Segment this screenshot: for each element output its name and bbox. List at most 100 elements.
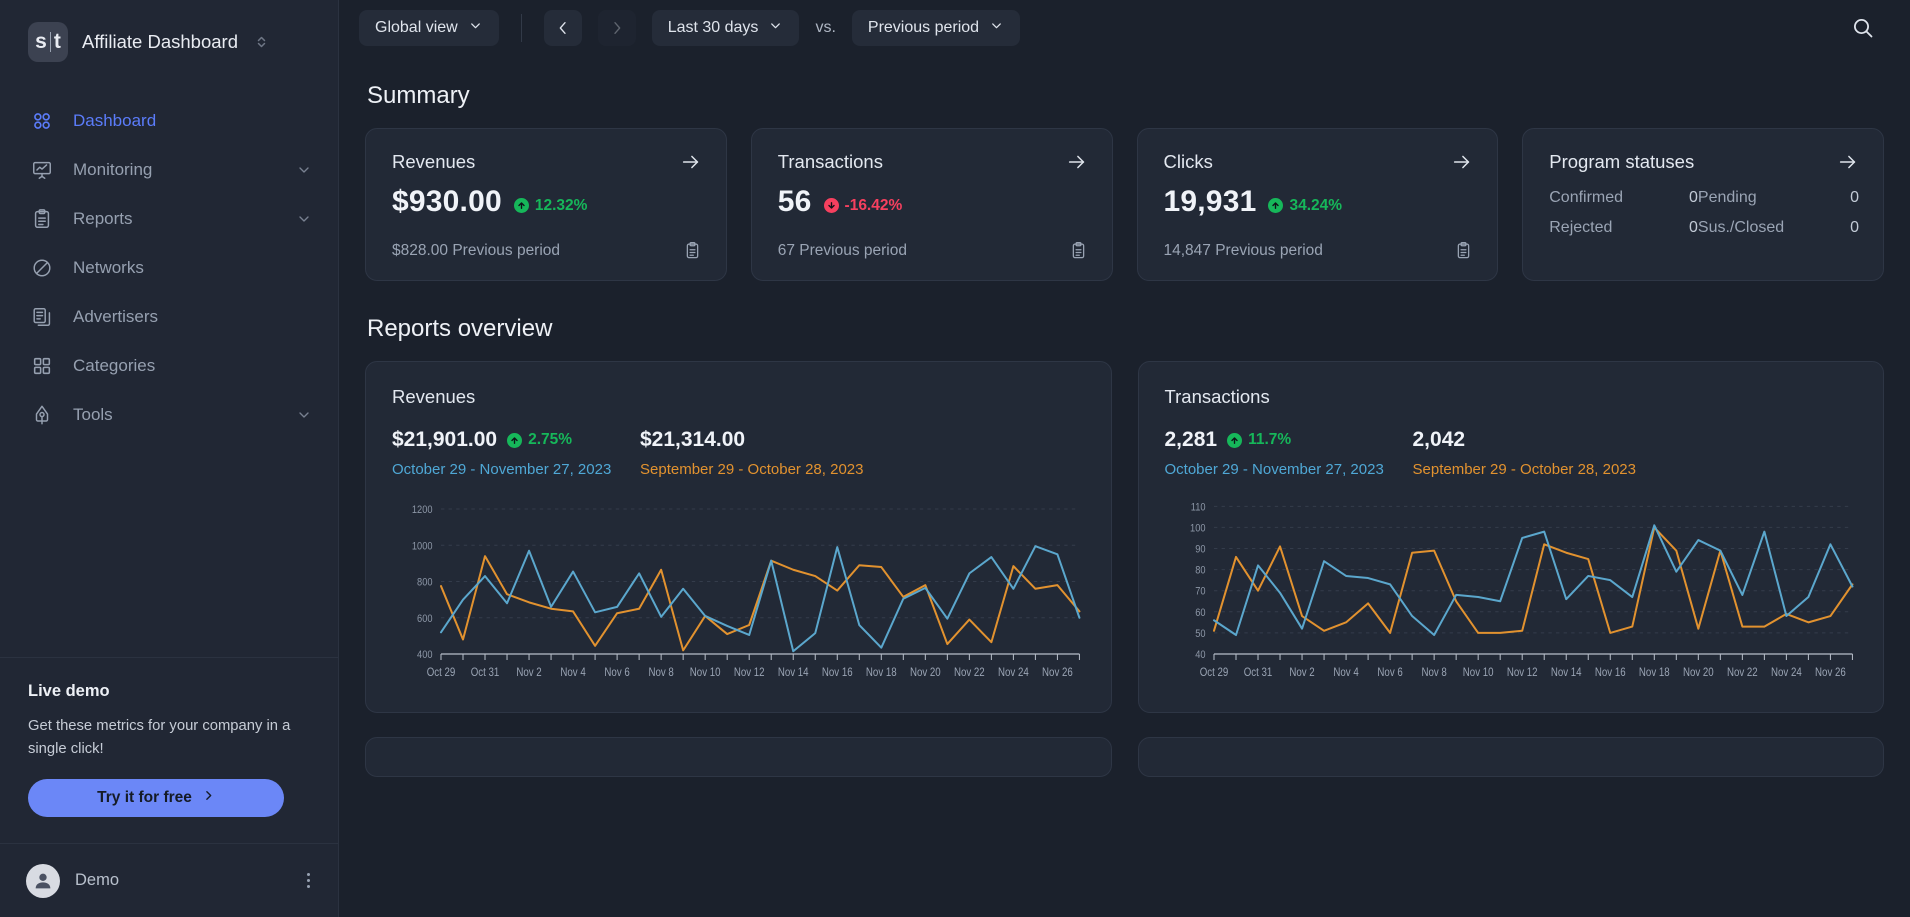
pie-slice-icon xyxy=(30,256,54,280)
card-delta: 34.24% xyxy=(1268,197,1342,215)
summary-card-transactions[interactable]: Transactions 56 -16.42% 67 Previous peri… xyxy=(750,128,1113,281)
card-previous-value: 67 Previous period xyxy=(777,241,907,259)
arrow-down-circle-icon xyxy=(823,198,839,213)
user-name: Demo xyxy=(75,871,120,889)
peek-card-right xyxy=(1137,737,1884,777)
card-value: $930.00 xyxy=(392,185,502,218)
arrow-right-icon[interactable] xyxy=(1451,151,1473,173)
status-label-confirmed: Confirmed xyxy=(1549,189,1624,206)
arrow-right-icon[interactable] xyxy=(680,151,702,173)
card-previous-value: 14,847 Previous period xyxy=(1163,241,1323,259)
svg-text:Nov 20: Nov 20 xyxy=(910,666,941,679)
chart-stat-previous: 2,042 September 29 - October 28, 2023 xyxy=(1413,428,1636,478)
toolbar: Global view Last 30 days vs. Previous pe… xyxy=(339,0,1910,56)
svg-text:60: 60 xyxy=(1195,607,1206,619)
card-previous-value: $828.00 Previous period xyxy=(392,241,561,259)
sidebar-item-advertisers[interactable]: Advertisers xyxy=(0,292,338,341)
summary-card-program-statuses[interactable]: Program statuses Confirmed 0 Pending 0 R… xyxy=(1522,128,1884,281)
chart-stat-current-row: 2,281 11.7% xyxy=(1165,428,1413,452)
summary-cards: Revenues $930.00 12.32% $828.00 Previous… xyxy=(365,128,1884,281)
arrow-right-icon[interactable] xyxy=(1066,151,1088,173)
sidebar-item-label: Dashboard xyxy=(73,110,157,130)
clipboard-copy-icon[interactable] xyxy=(683,241,702,260)
page-content: Summary Revenues $930.00 12.32% $828.00 … xyxy=(339,56,1910,917)
svg-text:40: 40 xyxy=(1195,649,1206,661)
sidebar-item-tools[interactable]: Tools xyxy=(0,390,338,439)
promo-text: Get these metrics for your company in a … xyxy=(28,718,291,757)
svg-text:Nov 10: Nov 10 xyxy=(1462,666,1493,679)
svg-text:80: 80 xyxy=(1195,565,1206,577)
date-range-selector[interactable]: Last 30 days xyxy=(651,10,800,46)
svg-text:Oct 31: Oct 31 xyxy=(471,666,500,679)
grid-circles-icon xyxy=(30,109,54,133)
chart-stat-current: 2,281 11.7% October 29 - November 27, 20… xyxy=(1165,428,1413,478)
chart-svg: 400 600 800 1000 1200 Oct 29 Oct 31 Nov 2 Nov 4 N… xyxy=(412,504,1085,679)
user-profile-row[interactable]: Demo xyxy=(0,843,338,917)
chevron-down-icon xyxy=(989,18,1004,38)
sidebar-item-categories[interactable]: Categories xyxy=(0,341,338,390)
svg-text:Nov 26: Nov 26 xyxy=(1815,666,1846,679)
svg-text:Nov 8: Nov 8 xyxy=(1421,666,1446,679)
status-value-pending: 0 xyxy=(1850,189,1859,206)
svg-text:Nov 12: Nov 12 xyxy=(1506,666,1537,679)
chevron-down-icon[interactable] xyxy=(296,407,312,423)
clipboard-copy-icon[interactable] xyxy=(1069,241,1088,260)
svg-text:Nov 12: Nov 12 xyxy=(734,666,765,679)
svg-text:Nov 16: Nov 16 xyxy=(822,666,853,679)
arrow-up-circle-icon xyxy=(1227,432,1243,448)
app-root: st Affiliate Dashboard Dashboard Monitor… xyxy=(0,0,1910,917)
chart-title: Revenues xyxy=(392,386,476,407)
svg-text:Nov 14: Nov 14 xyxy=(1550,666,1581,679)
arrow-up-circle-icon xyxy=(507,432,523,448)
arrow-up-circle-icon xyxy=(513,198,529,213)
kebab-menu-icon[interactable] xyxy=(303,869,314,892)
search-icon[interactable] xyxy=(1846,11,1880,45)
sidebar-item-dashboard[interactable]: Dashboard xyxy=(0,96,338,145)
chart-range-current: October 29 - November 27, 2023 xyxy=(392,461,612,478)
try-it-for-free-button[interactable]: Try it for free xyxy=(28,779,284,817)
next-period-button[interactable] xyxy=(597,10,636,46)
summary-card-clicks[interactable]: Clicks 19,931 34.24% 14,847 Previous per… xyxy=(1136,128,1499,281)
arrow-right-icon[interactable] xyxy=(1837,151,1859,173)
chart-stat-previous-value: 2,042 xyxy=(1412,428,1466,451)
card-delta-value: -16.42% xyxy=(844,196,903,214)
global-view-label: Global view xyxy=(375,19,458,36)
chart-stat-previous-row: $21,314.00 xyxy=(640,428,863,452)
peek-card-left xyxy=(365,737,1112,777)
sidebar-item-label: Monitoring xyxy=(73,159,153,179)
clipboard-copy-icon[interactable] xyxy=(1454,241,1473,260)
svg-text:800: 800 xyxy=(417,577,433,589)
global-view-selector[interactable]: Global view xyxy=(359,10,499,46)
card-value-row: $930.00 12.32% xyxy=(392,185,702,219)
svg-text:Nov 10: Nov 10 xyxy=(690,666,721,679)
chart-stat-delta-value: 11.7% xyxy=(1248,431,1292,448)
sidebar-item-monitoring[interactable]: Monitoring xyxy=(0,145,338,194)
summary-card-revenues[interactable]: Revenues $930.00 12.32% $828.00 Previous… xyxy=(365,128,727,281)
svg-text:Nov 2: Nov 2 xyxy=(516,666,541,679)
promo-button-label: Try it for free xyxy=(97,789,192,806)
svg-text:Nov 8: Nov 8 xyxy=(648,666,673,679)
card-footer: $828.00 Previous period xyxy=(392,241,702,260)
reports-charts: Revenues $21,901.00 2.75% October 29 - N… xyxy=(365,361,1884,713)
chart-stat-previous-value: $21,314.00 xyxy=(640,428,746,451)
sidebar-item-label: Advertisers xyxy=(73,306,159,326)
line-chart-revenues: 400 600 800 1000 1200 Oct 29 Oct 31 Nov 2 Nov 4 N… xyxy=(392,492,1085,692)
svg-text:Nov 26: Nov 26 xyxy=(1042,666,1073,679)
compare-range-selector[interactable]: Previous period xyxy=(851,10,1021,46)
sidebar-nav: Dashboard Monitoring Reports Networks Ad… xyxy=(0,96,338,439)
live-demo-promo: Live demo Get these metrics for your com… xyxy=(0,657,338,843)
chevron-down-icon[interactable] xyxy=(296,211,312,227)
svg-text:600: 600 xyxy=(417,613,433,625)
user-avatar-icon xyxy=(26,863,60,898)
svg-text:110: 110 xyxy=(1190,502,1205,514)
card-footer: 14,847 Previous period xyxy=(1164,241,1474,260)
previous-period-button[interactable] xyxy=(543,10,582,46)
sidebar-item-networks[interactable]: Networks xyxy=(0,243,338,292)
svg-text:1000: 1000 xyxy=(412,541,433,553)
brand-selector[interactable]: st Affiliate Dashboard xyxy=(0,0,338,82)
chevron-right-icon xyxy=(202,789,215,807)
status-label-rejected: Rejected xyxy=(1549,219,1613,236)
card-delta: -16.42% xyxy=(823,196,903,215)
sidebar-item-reports[interactable]: Reports xyxy=(0,194,338,243)
chevron-down-icon[interactable] xyxy=(296,162,312,178)
